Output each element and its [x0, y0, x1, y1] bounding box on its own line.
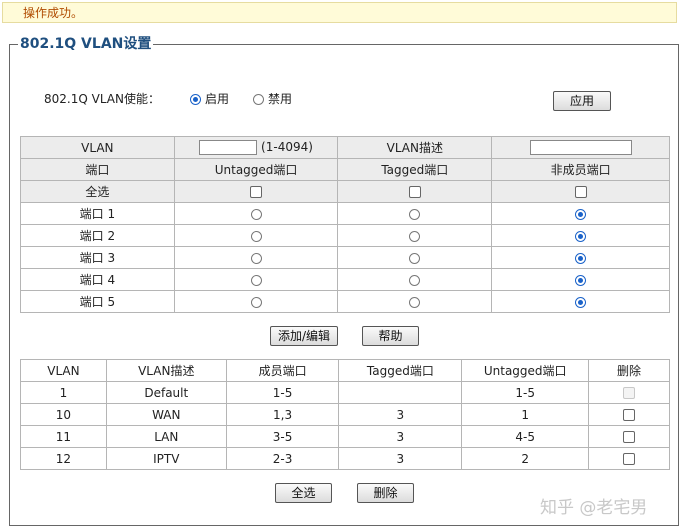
table-row: 10 WAN 1,3 3 1	[20, 403, 670, 426]
port-untagged-radio[interactable]	[250, 252, 262, 264]
untagged-select-all-checkbox[interactable]	[250, 186, 263, 198]
table-row: 12 IPTV 2-3 3 2	[20, 447, 670, 470]
members-cell: 3-5	[225, 425, 340, 448]
disable-radio[interactable]	[253, 93, 264, 105]
port-non-member-radio[interactable]	[575, 230, 587, 242]
port-name: 端口 5	[20, 290, 175, 313]
delete-button[interactable]: 删除	[357, 483, 414, 503]
table-row: 1 Default 1-5 1-5	[20, 381, 670, 404]
tagged-select-all-checkbox[interactable]	[408, 186, 421, 198]
vlan-id-label: VLAN	[20, 136, 175, 159]
port-name: 端口 2	[20, 224, 175, 247]
delete-checkbox[interactable]	[623, 453, 636, 465]
vlan-id-cell: 1	[20, 381, 107, 404]
non-member-select-all-checkbox[interactable]	[574, 186, 587, 198]
vlan-desc-cell: WAN	[105, 403, 227, 426]
col-members: 成员端口	[225, 359, 340, 382]
vlan-desc-label: VLAN描述	[337, 136, 493, 159]
vlan-enable-label: 802.1Q VLAN使能：	[44, 92, 160, 106]
apply-button[interactable]: 应用	[553, 91, 611, 111]
port-name: 端口 4	[20, 268, 175, 291]
col-untagged: Untagged端口	[173, 158, 339, 181]
vlan-desc-cell: LAN	[105, 425, 227, 448]
port-row: 端口 1	[20, 202, 670, 225]
port-untagged-radio[interactable]	[250, 274, 262, 286]
port-non-member-radio[interactable]	[575, 274, 587, 286]
status-notice: 操作成功。	[2, 2, 677, 23]
port-row: 端口 2	[20, 224, 670, 247]
port-row: 端口 3	[20, 246, 670, 269]
port-name: 端口 3	[20, 246, 175, 269]
col-vlan: VLAN	[20, 359, 107, 382]
vlan-desc-cell: Default	[105, 381, 227, 404]
vlan-list-table: VLAN VLAN描述 成员端口 Tagged端口 Untagged端口 删除 …	[20, 359, 670, 470]
delete-checkbox[interactable]	[623, 431, 636, 443]
col-delete: 删除	[588, 359, 670, 382]
disable-radio-label: 禁用	[268, 92, 293, 106]
port-tagged-radio[interactable]	[409, 230, 421, 242]
col-tagged-ports: Tagged端口	[338, 359, 463, 382]
delete-checkbox[interactable]	[623, 409, 636, 421]
members-cell: 2-3	[225, 447, 340, 470]
tagged-cell: 3	[338, 447, 463, 470]
col-tagged: Tagged端口	[337, 158, 493, 181]
port-untagged-radio[interactable]	[250, 230, 262, 242]
vlan-id-input[interactable]	[199, 140, 258, 155]
vlan-id-cell: 10	[20, 403, 107, 426]
vlan-range-hint: (1-4094)	[261, 140, 313, 154]
port-non-member-radio[interactable]	[575, 208, 587, 220]
port-tagged-radio[interactable]	[409, 252, 421, 264]
table-row: 11 LAN 3-5 3 4-5	[20, 425, 670, 448]
port-untagged-radio[interactable]	[250, 296, 262, 308]
select-all-label: 全选	[20, 180, 175, 203]
vlan-edit-table: VLAN (1-4094) VLAN描述 端口 Untagged端口 Tagge…	[20, 136, 670, 313]
port-row: 端口 5	[20, 290, 670, 313]
vlan-enable-row: 802.1Q VLAN使能： 启用 禁用	[44, 90, 292, 108]
col-untagged-ports: Untagged端口	[461, 359, 590, 382]
enable-radio-label: 启用	[204, 92, 229, 106]
vlan-desc-cell: IPTV	[105, 447, 227, 470]
untagged-cell: 4-5	[461, 425, 590, 448]
vlan-desc-input[interactable]	[529, 140, 632, 155]
select-all-button[interactable]: 全选	[275, 483, 332, 503]
add-edit-button[interactable]: 添加/编辑	[270, 326, 338, 346]
members-cell: 1-5	[225, 381, 340, 404]
tagged-cell	[338, 381, 463, 404]
untagged-cell: 1-5	[461, 381, 590, 404]
untagged-cell: 1	[461, 403, 590, 426]
help-button[interactable]: 帮助	[362, 326, 419, 346]
port-non-member-radio[interactable]	[575, 252, 587, 264]
vlan-id-cell: 11	[20, 425, 107, 448]
untagged-cell: 2	[461, 447, 590, 470]
section-title: 802.1Q VLAN设置	[18, 34, 154, 54]
port-row: 端口 4	[20, 268, 670, 291]
port-name: 端口 1	[20, 202, 175, 225]
port-non-member-radio[interactable]	[575, 296, 587, 308]
members-cell: 1,3	[225, 403, 340, 426]
col-port: 端口	[20, 158, 175, 181]
col-vlan-desc: VLAN描述	[105, 359, 227, 382]
tagged-cell: 3	[338, 425, 463, 448]
delete-checkbox-disabled	[623, 387, 636, 399]
port-tagged-radio[interactable]	[409, 208, 421, 220]
vlan-id-cell: 12	[20, 447, 107, 470]
port-tagged-radio[interactable]	[409, 274, 421, 286]
watermark: 知乎 @老宅男	[540, 498, 648, 518]
col-non-member: 非成员端口	[491, 158, 670, 181]
tagged-cell: 3	[338, 403, 463, 426]
port-untagged-radio[interactable]	[250, 208, 262, 220]
enable-radio[interactable]	[189, 93, 201, 105]
port-tagged-radio[interactable]	[409, 296, 421, 308]
